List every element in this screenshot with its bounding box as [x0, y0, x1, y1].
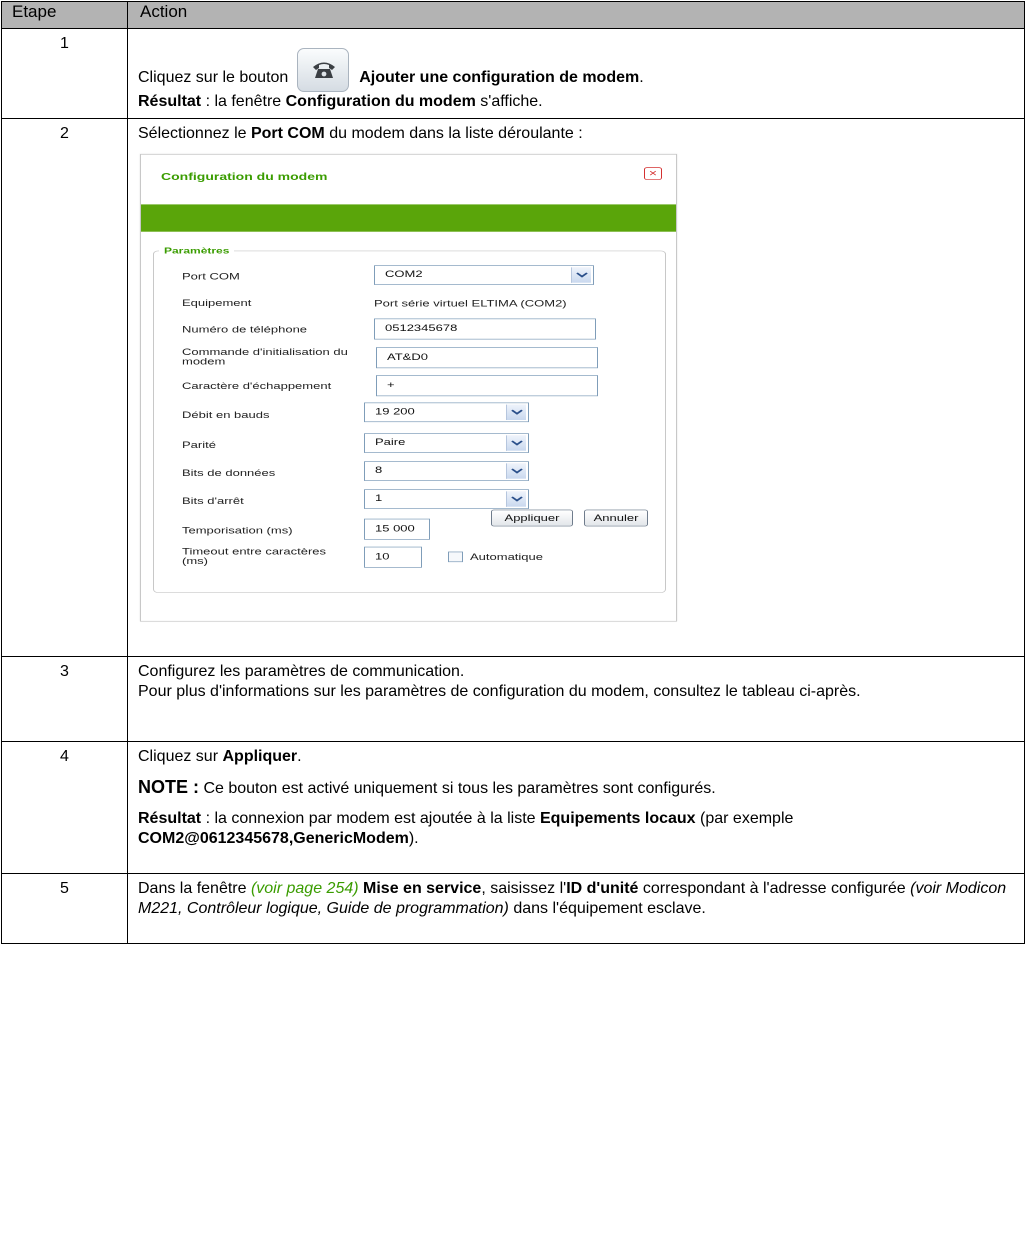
- step-action: Cliquez sur Appliquer. NOTE : Ce bouton …: [127, 741, 1025, 874]
- step-text: du modem dans la liste déroulante :: [324, 125, 583, 142]
- header-etape: Etape: [1, 1, 128, 29]
- automatic-label: Automatique: [470, 551, 543, 563]
- escape-char-input[interactable]: +: [376, 375, 598, 397]
- step-number: 5: [1, 873, 128, 944]
- step-text: Cliquez sur: [138, 748, 223, 765]
- equipement-value: Port série virtuel ELTIMA (COM2): [374, 298, 567, 309]
- step-bold: ID d'unité: [566, 880, 639, 897]
- port-com-select[interactable]: COM2: [374, 265, 594, 285]
- escape-char-label: Caractère d'échappement: [182, 380, 332, 392]
- step-bold: COM2@0612345678,GenericModem: [138, 830, 409, 847]
- step-text: Sélectionnez le: [138, 125, 251, 142]
- step-text: : la fenêtre: [201, 93, 286, 110]
- result-label: Résultat: [138, 93, 202, 110]
- stop-bits-select[interactable]: 1: [364, 489, 529, 509]
- automatic-checkbox[interactable]: [448, 551, 463, 563]
- chevron-down-icon[interactable]: [506, 404, 526, 420]
- dialog-title: Configuration du modem: [161, 170, 328, 182]
- baud-label: Débit en bauds: [182, 409, 270, 420]
- step-text: Cliquez sur le bouton: [138, 69, 289, 86]
- step-number: 1: [1, 28, 128, 119]
- step-bold: Equipements locaux: [539, 810, 696, 827]
- step-bold: Mise en service: [358, 880, 482, 897]
- port-com-label: Port COM: [182, 270, 240, 282]
- parity-value: Paire: [375, 436, 406, 448]
- phone-icon: [312, 62, 335, 78]
- data-bits-value: 8: [375, 464, 383, 476]
- note-text: Ce bouton est activé uniquement si tous …: [199, 780, 716, 797]
- page-link[interactable]: (voir page 254): [251, 880, 359, 897]
- baud-value: 19 200: [375, 406, 415, 417]
- init-command-input[interactable]: AT&D0: [376, 347, 598, 369]
- chevron-down-icon[interactable]: [571, 267, 591, 283]
- step-number: 4: [1, 741, 128, 874]
- chevron-down-icon[interactable]: [506, 463, 526, 479]
- step-action: Sélectionnez le Port COM du modem dans l…: [127, 118, 1025, 657]
- table-row: 3 Configurez les paramètres de communica…: [1, 656, 1025, 742]
- add-modem-button[interactable]: [296, 48, 349, 92]
- timeout-input[interactable]: 10: [364, 546, 422, 568]
- step-bold: Configuration du modem: [285, 93, 476, 110]
- step-number: 2: [1, 118, 128, 657]
- step-action: Cliquez sur le bouton Ajouter une config…: [127, 28, 1025, 119]
- apply-button[interactable]: Appliquer: [491, 509, 573, 527]
- step-text: , saisissez l': [481, 880, 567, 897]
- steps-table: Etape Action 1 Cliquez sur le bouton Ajo…: [1, 1, 1025, 944]
- step-action: Dans la fenêtre (voir page 254) Mise en …: [127, 873, 1025, 944]
- header-action: Action: [127, 1, 1025, 29]
- chevron-down-icon[interactable]: [506, 491, 526, 507]
- step-bold: Appliquer: [222, 748, 298, 765]
- dialog-banner: [141, 204, 676, 232]
- close-icon[interactable]: ×: [644, 167, 662, 180]
- tempo-label: Temporisation (ms): [182, 525, 293, 536]
- step-text: ).: [408, 830, 419, 847]
- parameters-legend: Paramètres: [159, 245, 235, 256]
- baud-select[interactable]: 19 200: [364, 402, 529, 423]
- port-com-value: COM2: [385, 268, 423, 280]
- step-text: (par exemple: [695, 810, 794, 827]
- table-row: 1 Cliquez sur le bouton Ajouter une conf…: [1, 28, 1025, 119]
- stop-bits-label: Bits d'arrêt: [182, 495, 244, 507]
- step-text: Dans la fenêtre: [138, 880, 251, 897]
- note-label: NOTE :: [138, 777, 199, 797]
- table-row: 4 Cliquez sur Appliquer. NOTE : Ce bouto…: [1, 741, 1025, 874]
- cancel-button[interactable]: Annuler: [584, 509, 648, 527]
- parity-select[interactable]: Paire: [364, 433, 529, 453]
- step-action: Configurez les paramètres de communicati…: [127, 656, 1025, 742]
- step-bold: Port COM: [250, 125, 325, 142]
- result-label: Résultat: [138, 810, 202, 827]
- tempo-input[interactable]: 15 000: [364, 518, 430, 540]
- table-header-row: Etape Action: [1, 1, 1025, 29]
- step-text: correspondant à l'adresse configurée: [638, 880, 911, 897]
- step-text: : la connexion par modem est ajoutée à l…: [201, 810, 540, 827]
- stop-bits-value: 1: [375, 492, 383, 504]
- table-row: 5 Dans la fenêtre (voir page 254) Mise e…: [1, 873, 1025, 944]
- chevron-down-icon[interactable]: [506, 435, 526, 451]
- step-text: .: [297, 748, 302, 765]
- step-text: .: [639, 69, 644, 86]
- step-text: Pour plus d'informations sur les paramèt…: [138, 683, 861, 700]
- step-bold: Ajouter une configuration de modem: [359, 69, 640, 86]
- data-bits-label: Bits de données: [182, 467, 276, 479]
- step-text: s'affiche.: [475, 93, 543, 110]
- step-text: Configurez les paramètres de communicati…: [138, 663, 465, 680]
- init-command-label: Commande d'initialisation du modem: [182, 346, 348, 367]
- phone-input[interactable]: 0512345678: [374, 318, 596, 340]
- parity-label: Parité: [182, 439, 216, 451]
- equipement-label: Equipement: [182, 297, 252, 308]
- data-bits-select[interactable]: 8: [364, 461, 529, 481]
- table-row: 2 Sélectionnez le Port COM du modem dans…: [1, 118, 1025, 657]
- timeout-label: Timeout entre caractères (ms): [182, 546, 327, 567]
- step-number: 3: [1, 656, 128, 742]
- modem-config-dialog: Configuration du modem × Paramètres Port…: [140, 154, 677, 622]
- phone-label: Numéro de téléphone: [182, 324, 308, 335]
- step-text: dans l'équipement esclave.: [508, 900, 706, 917]
- parameters-group: Paramètres Port COM COM2 Equipement Port…: [153, 245, 666, 593]
